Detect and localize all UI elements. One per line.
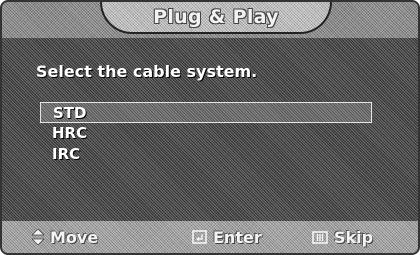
up-down-arrow-icon xyxy=(32,229,44,245)
footer-bar: Move Enter Skip xyxy=(2,221,418,253)
option-hrc[interactable]: HRC xyxy=(40,123,372,144)
option-std[interactable]: STD xyxy=(40,102,372,123)
title-tab: Plug & Play xyxy=(100,2,332,34)
move-hint[interactable]: Move xyxy=(32,221,98,253)
page-title: Plug & Play xyxy=(153,6,279,28)
prompt-text: Select the cable system. xyxy=(36,62,258,81)
menu-icon xyxy=(312,230,328,244)
skip-label: Skip xyxy=(334,227,374,247)
cable-system-list: STD HRC IRC xyxy=(40,102,372,165)
title-bar: Plug & Play xyxy=(2,2,418,38)
option-irc[interactable]: IRC xyxy=(40,144,372,165)
enter-label: Enter xyxy=(213,227,262,247)
osd-screen: Plug & Play Select the cable system. STD… xyxy=(0,0,420,255)
move-label: Move xyxy=(50,227,99,247)
skip-hint[interactable]: Skip xyxy=(312,221,373,253)
enter-icon xyxy=(192,230,207,244)
enter-hint[interactable]: Enter xyxy=(192,221,262,253)
